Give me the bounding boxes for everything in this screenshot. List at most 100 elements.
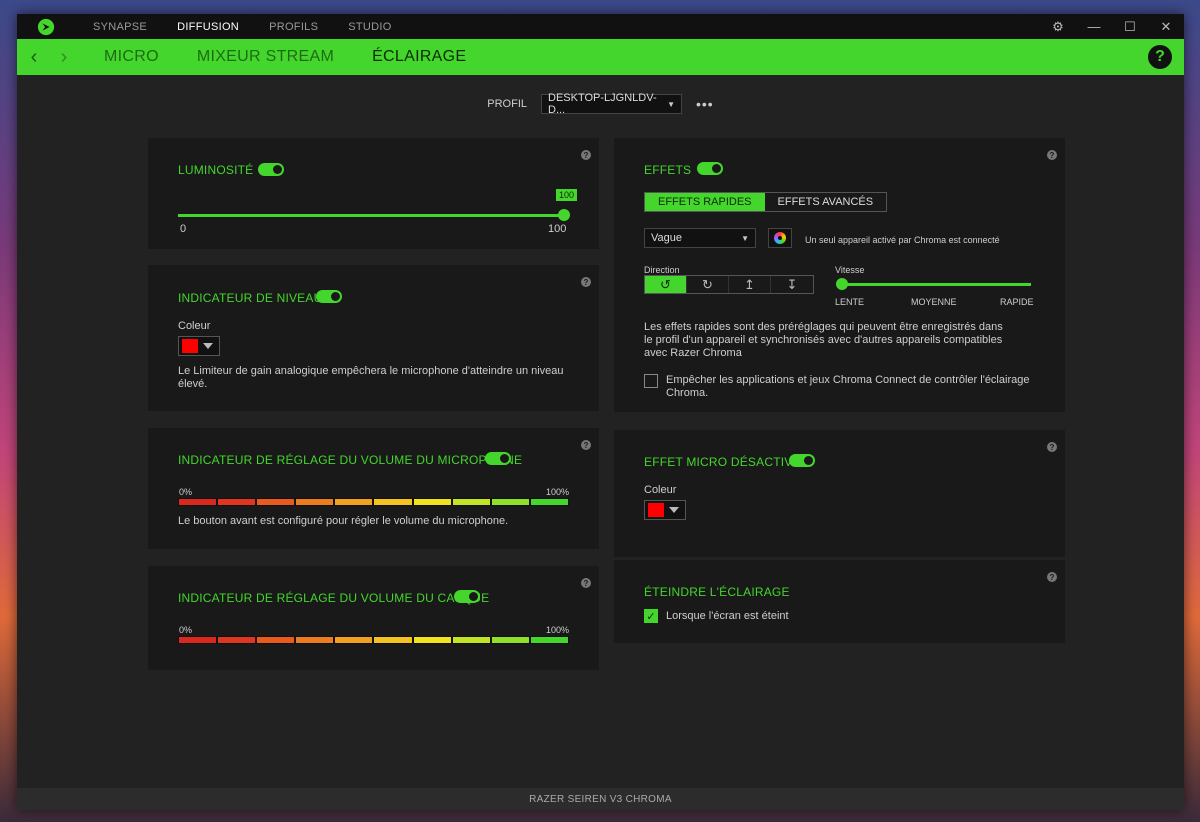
luminosite-value-tag: 100 bbox=[556, 189, 578, 201]
speed-lente: LENTE bbox=[835, 297, 865, 307]
luminosite-toggle[interactable] bbox=[258, 163, 284, 176]
effets-desc-line1: Les effets rapides sont des préréglages … bbox=[644, 321, 1003, 333]
micdesactive-toggle[interactable] bbox=[789, 454, 815, 467]
nav-synapse[interactable]: SYNAPSE bbox=[93, 21, 147, 33]
title-bar: SYNAPSE DIFFUSION PROFILS STUDIO ⚙ — ☐ ✕ bbox=[17, 14, 1184, 39]
panel-eteindre-eclairage: ? ÉTEINDRE L'ÉCLAIRAGE ✓ Lorsque l'écran… bbox=[614, 560, 1065, 643]
micdesactive-color-picker[interactable] bbox=[644, 500, 686, 520]
profile-label: PROFIL bbox=[487, 98, 527, 110]
chroma-ring-icon bbox=[774, 232, 786, 244]
luminosite-title: LUMINOSITÉ bbox=[178, 163, 254, 177]
effets-title: EFFETS bbox=[644, 163, 692, 177]
ecran-eteint-checkbox[interactable]: ✓ bbox=[644, 609, 658, 623]
casque-meter bbox=[178, 636, 569, 644]
forward-arrow-icon[interactable]: › bbox=[49, 46, 79, 69]
niveau-color-label: Coleur bbox=[178, 320, 211, 332]
niveau-title: INDICATEUR DE NIVEAU bbox=[178, 291, 323, 305]
effets-toggle[interactable] bbox=[697, 162, 723, 175]
micdesactive-title: EFFET MICRO DÉSACTIVÉ bbox=[644, 455, 801, 469]
tab-effets-avances[interactable]: EFFETS AVANCÉS bbox=[765, 193, 887, 211]
settings-gear-icon[interactable]: ⚙ bbox=[1040, 14, 1076, 39]
help-icon[interactable]: ? bbox=[1047, 442, 1057, 452]
maximize-button[interactable]: ☐ bbox=[1112, 14, 1148, 39]
close-button[interactable]: ✕ bbox=[1148, 14, 1184, 39]
chevron-down-icon bbox=[669, 507, 679, 513]
panel-effet-micro-desactive: ? EFFET MICRO DÉSACTIVÉ Coleur bbox=[614, 430, 1065, 557]
profile-row: PROFIL DESKTOP-LJGNLDV-D... ▼ ••• bbox=[17, 92, 1184, 116]
niveau-color-picker[interactable] bbox=[178, 336, 220, 356]
tab-effets-rapides[interactable]: EFFETS RAPIDES bbox=[645, 193, 765, 211]
minimize-button[interactable]: — bbox=[1076, 14, 1112, 39]
chroma-note: Un seul appareil activé par Chroma est c… bbox=[805, 235, 1000, 245]
vitesse-slider-handle[interactable] bbox=[836, 278, 848, 290]
ecran-eteint-label: Lorsque l'écran est éteint bbox=[666, 610, 789, 622]
panel-indicateur-niveau: ? INDICATEUR DE NIVEAU Coleur Le Limiteu… bbox=[148, 265, 599, 411]
back-arrow-icon[interactable]: ‹ bbox=[19, 46, 49, 69]
effets-tabs: EFFETS RAPIDES EFFETS AVANCÉS bbox=[644, 192, 888, 212]
nav-studio[interactable]: STUDIO bbox=[348, 21, 391, 33]
help-icon[interactable]: ? bbox=[1047, 572, 1057, 582]
razer-logo-icon bbox=[37, 18, 55, 35]
tab-eclairage[interactable]: ÉCLAIRAGE bbox=[372, 48, 466, 66]
arrow-up-icon[interactable]: ↥ bbox=[729, 276, 771, 293]
micvolume-toggle[interactable] bbox=[485, 452, 511, 465]
color-swatch bbox=[182, 339, 198, 353]
luminosite-max: 100 bbox=[548, 223, 567, 235]
rotate-ccw-icon[interactable]: ↺ bbox=[645, 276, 687, 293]
profile-dropdown[interactable]: DESKTOP-LJGNLDV-D... ▼ bbox=[541, 92, 682, 116]
panel-volume-casque: ? INDICATEUR DE RÉGLAGE DU VOLUME DU CAS… bbox=[148, 566, 599, 670]
help-icon[interactable]: ? bbox=[1148, 45, 1172, 69]
luminosite-slider-handle[interactable] bbox=[558, 209, 570, 221]
direction-buttons: ↺ ↻ ↥ ↧ bbox=[644, 275, 814, 294]
nav-diffusion[interactable]: DIFFUSION bbox=[177, 21, 239, 33]
help-icon[interactable]: ? bbox=[581, 440, 591, 450]
panel-volume-microphone: ? INDICATEUR DE RÉGLAGE DU VOLUME DU MIC… bbox=[148, 428, 599, 549]
color-swatch bbox=[648, 503, 664, 517]
window-controls: ⚙ — ☐ ✕ bbox=[1040, 14, 1184, 39]
micvolume-desc: Le bouton avant est configuré pour régle… bbox=[178, 515, 509, 527]
help-icon[interactable]: ? bbox=[581, 578, 591, 588]
luminosite-slider-track[interactable] bbox=[178, 214, 564, 217]
chevron-down-icon: ▼ bbox=[741, 233, 749, 243]
micdesactive-color-label: Coleur bbox=[644, 484, 677, 496]
more-options-icon[interactable]: ••• bbox=[696, 96, 714, 112]
chroma-icon[interactable] bbox=[768, 228, 792, 248]
eteindre-title: ÉTEINDRE L'ÉCLAIRAGE bbox=[644, 585, 790, 599]
niveau-toggle[interactable] bbox=[316, 290, 342, 303]
niveau-desc-line2: élevé. bbox=[178, 378, 208, 390]
profile-value: DESKTOP-LJGNLDV-D... bbox=[548, 92, 657, 116]
chroma-connect-line2: Chroma. bbox=[666, 387, 709, 399]
effets-desc-line2: le profil d'un appareil et synchronisés … bbox=[644, 334, 1003, 346]
razer-synapse-window: SYNAPSE DIFFUSION PROFILS STUDIO ⚙ — ☐ ✕… bbox=[17, 14, 1184, 810]
sub-tabs: MICRO MIXEUR STREAM ÉCLAIRAGE bbox=[104, 48, 504, 66]
casque-title: INDICATEUR DE RÉGLAGE DU VOLUME DU CASQU… bbox=[178, 591, 490, 605]
help-icon[interactable]: ? bbox=[581, 150, 591, 160]
rotate-cw-icon[interactable]: ↻ bbox=[687, 276, 729, 293]
chevron-down-icon: ▼ bbox=[667, 99, 675, 109]
help-icon[interactable]: ? bbox=[1047, 150, 1057, 160]
effets-desc-line3: avec Razer Chroma bbox=[644, 347, 742, 359]
panel-effets: ? EFFETS EFFETS RAPIDES EFFETS AVANCÉS V… bbox=[614, 138, 1065, 412]
panel-luminosite: ? LUMINOSITÉ 100 0 100 bbox=[148, 138, 599, 249]
nav-profils[interactable]: PROFILS bbox=[269, 21, 318, 33]
tab-micro[interactable]: MICRO bbox=[104, 48, 159, 66]
device-footer: RAZER SEIREN V3 CHROMA bbox=[17, 788, 1184, 810]
micvolume-title: INDICATEUR DE RÉGLAGE DU VOLUME DU MICRO… bbox=[178, 453, 523, 467]
sub-nav-bar: ‹ › MICRO MIXEUR STREAM ÉCLAIRAGE ? bbox=[17, 39, 1184, 75]
chroma-connect-line1: Empêcher les applications et jeux Chroma… bbox=[666, 374, 1030, 386]
chevron-down-icon bbox=[203, 343, 213, 349]
tab-mixeur-stream[interactable]: MIXEUR STREAM bbox=[197, 48, 334, 66]
help-icon[interactable]: ? bbox=[581, 277, 591, 287]
effect-value: Vague bbox=[651, 232, 682, 244]
effect-dropdown[interactable]: Vague ▼ bbox=[644, 228, 756, 248]
vitesse-slider-track[interactable] bbox=[842, 283, 1031, 286]
speed-moyenne: MOYENNE bbox=[911, 297, 957, 307]
device-name: RAZER SEIREN V3 CHROMA bbox=[529, 793, 672, 805]
top-nav: SYNAPSE DIFFUSION PROFILS STUDIO bbox=[93, 21, 422, 33]
casque-toggle[interactable] bbox=[454, 590, 480, 603]
vitesse-label: Vitesse bbox=[835, 265, 865, 275]
speed-rapide: RAPIDE bbox=[1000, 297, 1034, 307]
arrow-down-icon[interactable]: ↧ bbox=[771, 276, 813, 293]
chroma-connect-checkbox[interactable] bbox=[644, 374, 658, 388]
luminosite-min: 0 bbox=[180, 223, 187, 235]
